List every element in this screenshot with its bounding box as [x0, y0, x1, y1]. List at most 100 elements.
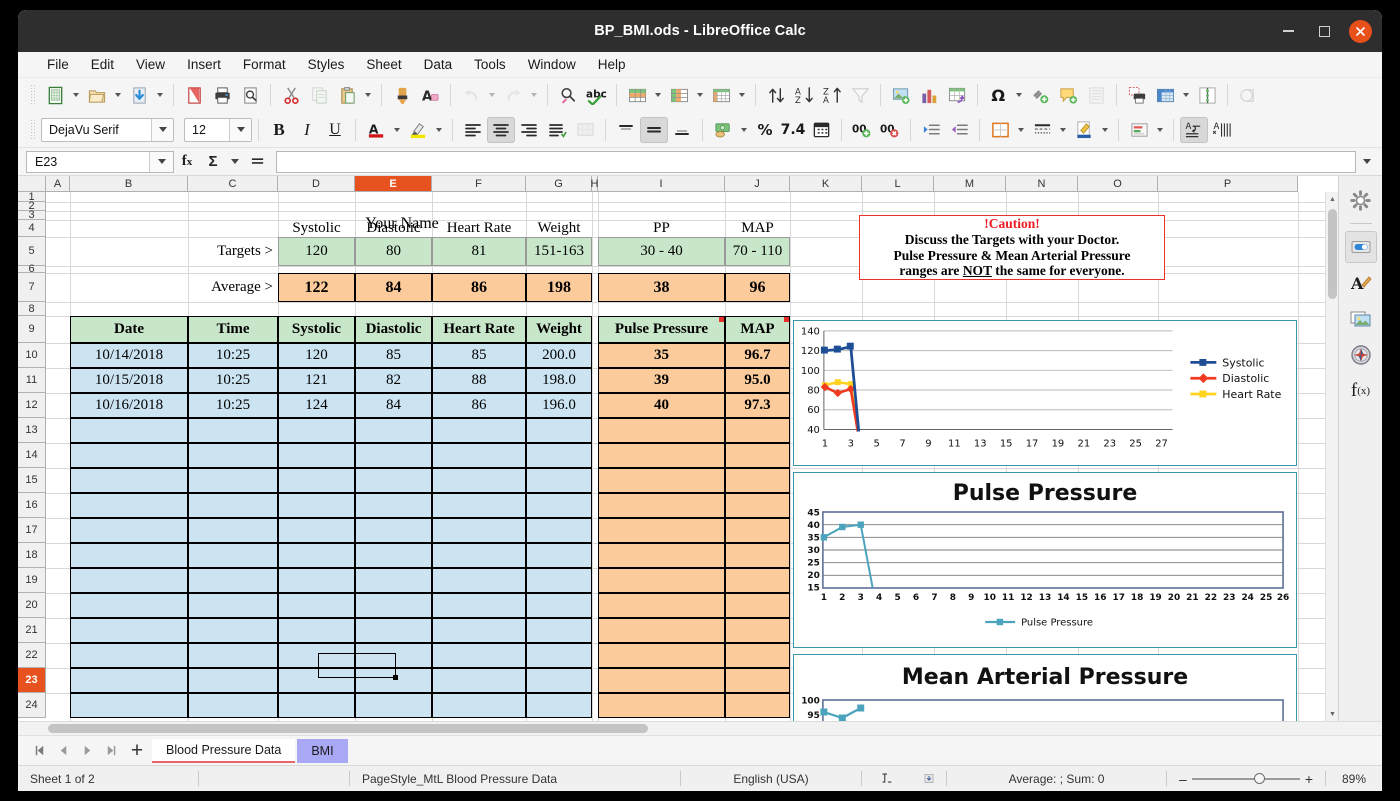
table-dropdown-icon[interactable] — [735, 82, 749, 108]
table-header-diastolic[interactable]: Diastolic — [355, 316, 432, 343]
table-cell-time-2[interactable]: 10:25 — [188, 393, 278, 418]
targets-value-4[interactable]: 30 - 40 — [598, 237, 725, 266]
status-selection-mode[interactable] — [862, 766, 912, 791]
toolbar-grip[interactable] — [30, 119, 37, 141]
table-cell-empty[interactable] — [278, 493, 355, 518]
targets-label[interactable]: Targets > — [188, 237, 278, 266]
table-cell-empty[interactable] — [526, 443, 592, 468]
table-cell-empty[interactable] — [278, 443, 355, 468]
insert-hyperlink-icon[interactable] — [1026, 82, 1054, 108]
status-page-style[interactable]: PageStyle_MtL Blood Pressure Data — [350, 766, 680, 791]
clone-formatting-icon[interactable] — [388, 82, 416, 108]
table-cell-empty[interactable] — [432, 618, 526, 643]
justify-icon[interactable] — [543, 117, 571, 143]
table-cell-empty[interactable] — [526, 493, 592, 518]
table-cell-heart_rate-0[interactable]: 85 — [432, 343, 526, 368]
align-center-icon[interactable] — [487, 117, 515, 143]
table-cell-empty[interactable] — [725, 668, 790, 693]
row-header-12[interactable]: 12 — [18, 393, 46, 418]
column-header-d[interactable]: D — [278, 176, 355, 192]
headers-footers-icon[interactable] — [1082, 82, 1110, 108]
menu-window[interactable]: Window — [517, 54, 587, 75]
column-header-l[interactable]: L — [862, 176, 934, 192]
sidebar-functions-icon[interactable]: f(x) — [1345, 375, 1377, 407]
sort-descending-icon[interactable]: ZA — [818, 82, 846, 108]
sheet-tab-bmi[interactable]: BMI — [297, 739, 347, 763]
sum-icon[interactable]: Σ — [200, 150, 226, 174]
zoom-slider[interactable]: – + — [1167, 766, 1325, 791]
column-header-a[interactable]: A — [46, 176, 70, 192]
row-header-8[interactable]: 8 — [18, 302, 46, 316]
table-cell-empty[interactable] — [188, 668, 278, 693]
table-cell-empty[interactable] — [725, 593, 790, 618]
align-left-icon[interactable] — [459, 117, 487, 143]
targets-value-2[interactable]: 81 — [432, 237, 526, 266]
table-cell-empty[interactable] — [188, 493, 278, 518]
wrap-text-icon[interactable]: A — [1180, 117, 1208, 143]
table-cell-empty[interactable] — [725, 443, 790, 468]
print-icon[interactable] — [208, 82, 236, 108]
row-header-22[interactable]: 22 — [18, 643, 46, 668]
open-file-icon[interactable] — [83, 82, 111, 108]
name-box[interactable]: E23 — [26, 151, 174, 173]
cut-icon[interactable] — [277, 82, 305, 108]
table-cell-heart_rate-1[interactable]: 88 — [432, 368, 526, 393]
table-cell-empty[interactable] — [278, 543, 355, 568]
table-cell-empty[interactable] — [526, 568, 592, 593]
horizontal-scroll-thumb[interactable] — [48, 724, 648, 733]
font-size-combobox[interactable]: 12 — [184, 118, 252, 142]
table-cell-diastolic-0[interactable]: 85 — [355, 343, 432, 368]
column-header-e[interactable]: E — [355, 176, 432, 192]
undo-icon[interactable] — [457, 82, 485, 108]
new-document-icon[interactable] — [41, 82, 69, 108]
table-cell-empty[interactable] — [70, 568, 188, 593]
row-header-16[interactable]: 16 — [18, 493, 46, 518]
column-icon[interactable] — [665, 82, 693, 108]
save-icon[interactable] — [125, 82, 153, 108]
table-cell-empty[interactable] — [355, 493, 432, 518]
summary-header-diastolic[interactable]: Diastolic — [355, 220, 432, 237]
zoom-out-button[interactable]: – — [1179, 771, 1187, 787]
new-document-dropdown-icon[interactable] — [69, 82, 83, 108]
table-cell-time-1[interactable]: 10:25 — [188, 368, 278, 393]
export-pdf-icon[interactable] — [180, 82, 208, 108]
table-cell-empty[interactable] — [188, 693, 278, 718]
table-cell-empty[interactable] — [432, 593, 526, 618]
table-cell-date-2[interactable]: 10/16/2018 — [70, 393, 188, 418]
sidebar-navigator-icon[interactable] — [1345, 339, 1377, 371]
row-header-4[interactable]: 4 — [18, 220, 46, 237]
paste-icon[interactable] — [333, 82, 361, 108]
table-cell-systolic-2[interactable]: 124 — [278, 393, 355, 418]
font-color-dropdown-icon[interactable] — [390, 117, 404, 143]
table-cell-empty[interactable] — [598, 643, 725, 668]
zoom-in-button[interactable]: + — [1305, 771, 1313, 787]
font-name-combobox[interactable]: DejaVu Serif — [41, 118, 174, 142]
column-dropdown-icon[interactable] — [693, 82, 707, 108]
menu-insert[interactable]: Insert — [176, 54, 232, 75]
table-cell-empty[interactable] — [188, 443, 278, 468]
table-cell-heart_rate-2[interactable]: 86 — [432, 393, 526, 418]
merge-cells-icon[interactable] — [571, 117, 599, 143]
borders-dropdown-icon[interactable] — [1014, 117, 1028, 143]
table-cell-pulse_pressure-1[interactable]: 39 — [598, 368, 725, 393]
summary-header-heart-rate[interactable]: Heart Rate — [432, 220, 526, 237]
table-header-map[interactable]: MAP — [725, 316, 790, 343]
table-cell-empty[interactable] — [432, 418, 526, 443]
table-cell-empty[interactable] — [188, 418, 278, 443]
summary-header-weight[interactable]: Weight — [526, 220, 592, 237]
sum-dropdown-icon[interactable] — [226, 150, 244, 174]
draw-functions-icon[interactable] — [1234, 82, 1262, 108]
table-cell-empty[interactable] — [355, 518, 432, 543]
print-preview-icon[interactable] — [236, 82, 264, 108]
table-cell-pulse_pressure-0[interactable]: 35 — [598, 343, 725, 368]
table-cell-empty[interactable] — [598, 618, 725, 643]
spelling-icon[interactable]: abc — [582, 82, 610, 108]
table-cell-empty[interactable] — [355, 443, 432, 468]
align-bottom-icon[interactable] — [668, 117, 696, 143]
function-wizard-icon[interactable]: fx — [174, 150, 200, 174]
status-modified-indicator[interactable] — [912, 766, 946, 791]
chart-pulse-pressure[interactable]: Pulse Pressure 454035 302520 — [793, 472, 1297, 648]
table-cell-empty[interactable] — [526, 593, 592, 618]
table-cell-empty[interactable] — [598, 518, 725, 543]
first-sheet-icon[interactable] — [28, 740, 50, 762]
